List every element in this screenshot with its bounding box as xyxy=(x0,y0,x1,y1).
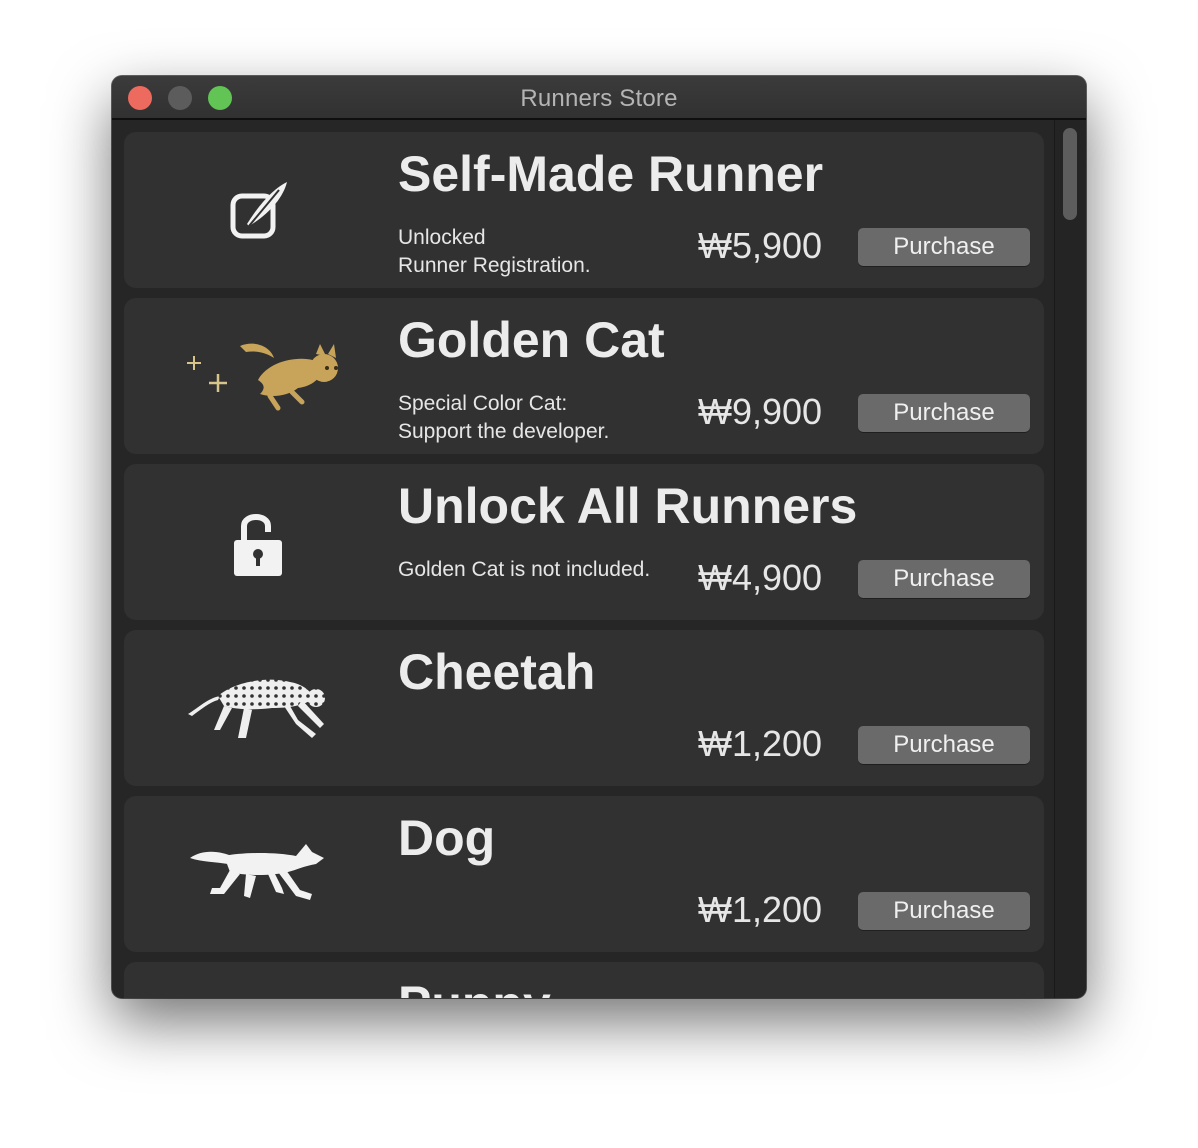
purchase-button[interactable]: Purchase xyxy=(858,726,1030,764)
puppy-icon xyxy=(154,980,364,998)
item-title: Cheetah xyxy=(398,644,596,700)
item-description-line: Golden Cat is not included. xyxy=(398,558,651,581)
item-description: Unlocked Runner Registration. xyxy=(398,224,698,280)
compose-icon xyxy=(154,150,364,270)
store-item-golden-cat: Golden Cat Special Color Cat: Support th… xyxy=(124,298,1044,454)
item-price: ₩5,900 xyxy=(698,225,823,266)
item-price: ₩1,200 xyxy=(698,723,823,764)
store-item-puppy: Puppy xyxy=(124,962,1044,998)
purchase-button[interactable]: Purchase xyxy=(858,394,1030,432)
store-item-dog: Dog ₩1,200 Purchase xyxy=(124,796,1044,952)
item-title: Golden Cat xyxy=(398,312,665,368)
store-item-self-made-runner: Self-Made Runner Unlocked Runner Registr… xyxy=(124,132,1044,288)
purchase-button[interactable]: Purchase xyxy=(858,892,1030,930)
item-description: Special Color Cat: Support the developer… xyxy=(398,390,698,446)
item-price: ₩4,900 xyxy=(698,557,823,598)
item-description-line: Unlocked xyxy=(398,226,486,249)
golden-cat-icon xyxy=(154,316,364,436)
item-description: Golden Cat is not included. xyxy=(398,556,698,584)
purchase-button[interactable]: Purchase xyxy=(858,560,1030,598)
item-description-line: Runner Registration. xyxy=(398,254,591,277)
item-title: Puppy xyxy=(398,976,551,998)
item-description-line: Support the developer. xyxy=(398,420,610,443)
purchase-button[interactable]: Purchase xyxy=(858,228,1030,266)
store-item-cheetah: Cheetah ₩1,200 Purchase xyxy=(124,630,1044,786)
item-price: ₩9,900 xyxy=(698,391,823,432)
item-title: Dog xyxy=(398,810,496,866)
scrollbar-thumb[interactable] xyxy=(1063,128,1077,220)
vertical-scrollbar[interactable] xyxy=(1054,120,1086,998)
store-item-unlock-all: Unlock All Runners Golden Cat is not inc… xyxy=(124,464,1044,620)
item-description-line: Special Color Cat: xyxy=(398,392,568,415)
store-window: Runners Store Self-Made Runner Unlocked … xyxy=(112,76,1086,998)
title-bar[interactable]: Runners Store xyxy=(112,76,1086,120)
dog-icon xyxy=(154,814,364,934)
item-price: ₩1,200 xyxy=(698,889,823,930)
item-title: Self-Made Runner xyxy=(398,146,824,202)
store-list[interactable]: Self-Made Runner Unlocked Runner Registr… xyxy=(112,120,1086,998)
cheetah-icon xyxy=(154,648,364,768)
item-title: Unlock All Runners xyxy=(398,478,858,534)
window-title: Runners Store xyxy=(520,85,678,112)
lock-open-icon xyxy=(154,482,364,602)
